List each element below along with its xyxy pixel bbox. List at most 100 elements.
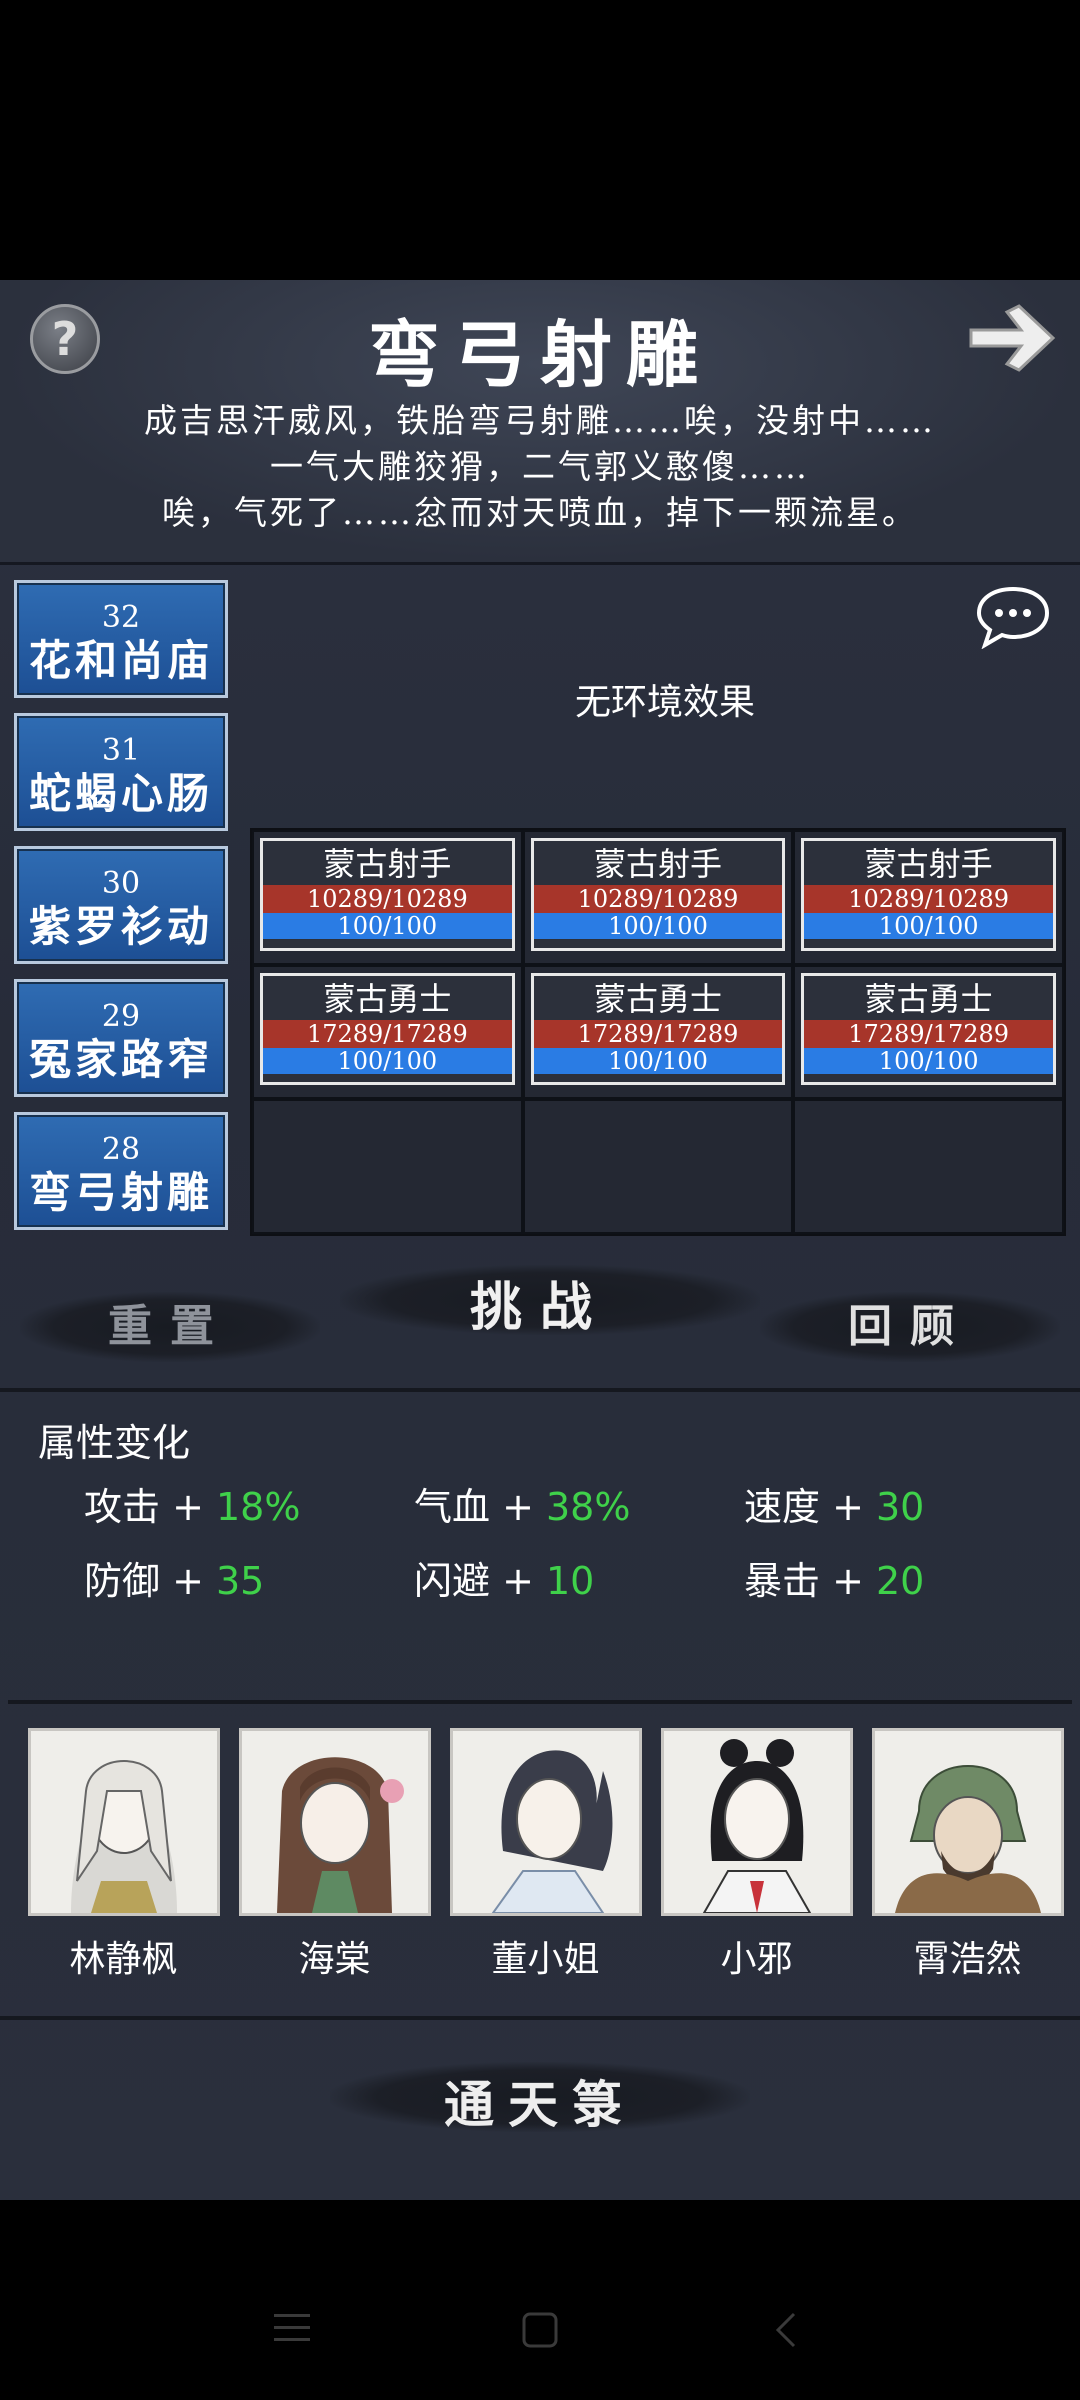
home-icon[interactable]	[520, 2310, 560, 2350]
formation-cell-empty[interactable]	[522, 1099, 794, 1234]
level-list: 32 花和尚庙 31 蛇蝎心肠 30 紫罗衫动 29 冤家路窄 28 弯弓射雕	[14, 580, 234, 1245]
enemy-mp: 100/100	[804, 1047, 1053, 1074]
level-number: 29	[101, 999, 141, 1034]
game-screen: ? 弯弓射雕 成吉思汗威风，铁胎弯弓射雕……唉，没射中…… 一气大雕狡猾，二气郭…	[0, 280, 1080, 2200]
attribute-label: 速度 +	[744, 1485, 876, 1529]
formation-cell[interactable]: 蒙古勇士 17289/17289 100/100	[793, 964, 1064, 1100]
stage-story: 成吉思汗威风，铁胎弯弓射雕……唉，没射中…… 一气大雕狡猾，二气郭义憨傻…… 唉…	[0, 398, 1080, 536]
level-name: 弯弓射雕	[28, 1168, 213, 1217]
enemy-mp: 100/100	[533, 1047, 783, 1074]
enemy-card[interactable]: 蒙古射手 10289/10289 100/100	[530, 838, 786, 951]
party-member[interactable]: 海棠	[229, 1728, 440, 1982]
level-name: 蛇蝎心肠	[28, 769, 213, 818]
tongtian-button[interactable]: 通天箓	[390, 2065, 690, 2137]
party-member[interactable]: 小邪	[651, 1728, 862, 1982]
party-roster: 林静枫 海棠 董小姐 小邪 霄浩然	[18, 1728, 1078, 1982]
level-number: 31	[101, 733, 141, 768]
enemy-formation-grid: 蒙古射手 10289/10289 100/100 蒙古射手 10289/1028…	[250, 828, 1066, 1236]
level-name: 花和尚庙	[28, 636, 213, 685]
character-portrait	[871, 1728, 1064, 1916]
attribute-value: 38%	[546, 1485, 631, 1529]
enemy-hp: 17289/17289	[263, 1019, 512, 1048]
attribute-value: 35	[216, 1559, 265, 1603]
chat-bubble-icon[interactable]	[975, 585, 1051, 649]
level-item[interactable]: 32 花和尚庙	[14, 580, 228, 698]
attribute-speed: 速度 + 30	[744, 1476, 924, 1531]
enemy-card[interactable]: 蒙古勇士 17289/17289 100/100	[530, 972, 786, 1086]
enemy-mp: 100/100	[263, 1047, 512, 1074]
attribute-dodge: 闪避 + 10	[414, 1550, 594, 1605]
level-item[interactable]: 29 冤家路窄	[14, 979, 228, 1097]
party-member[interactable]: 董小姐	[440, 1728, 651, 1982]
party-member-name: 董小姐	[491, 1939, 600, 1980]
story-line: 唉，气死了……忿而对天喷血，掉下一颗流星。	[162, 493, 918, 532]
enemy-name: 蒙古射手	[323, 845, 452, 883]
level-item[interactable]: 31 蛇蝎心肠	[14, 713, 228, 831]
level-name: 冤家路窄	[28, 1035, 213, 1084]
enemy-name: 蒙古勇士	[593, 979, 722, 1018]
enemy-mp: 100/100	[263, 913, 512, 939]
enemy-card[interactable]: 蒙古勇士 17289/17289 100/100	[801, 972, 1056, 1086]
formation-cell[interactable]: 蒙古勇士 17289/17289 100/100	[252, 964, 523, 1100]
enemy-mp: 100/100	[804, 913, 1053, 939]
story-line: 一气大雕狡猾，二气郭义憨傻……	[270, 447, 810, 486]
character-portrait	[27, 1728, 220, 1916]
attribute-label: 气血 +	[414, 1485, 546, 1529]
enemy-hp: 10289/10289	[263, 885, 512, 913]
section-divider	[8, 1700, 1072, 1704]
enemy-hp: 17289/17289	[804, 1019, 1053, 1048]
level-number: 28	[101, 1132, 141, 1167]
stage-title: 弯弓射雕	[367, 312, 712, 397]
attribute-value: 30	[876, 1485, 925, 1529]
attribute-label: 暴击 +	[744, 1559, 876, 1603]
enemy-name: 蒙古射手	[864, 845, 993, 883]
back-icon[interactable]	[770, 2310, 800, 2350]
party-member-name: 林静枫	[69, 1939, 178, 1980]
formation-cell-empty[interactable]	[252, 1099, 523, 1234]
attribute-changes-title: 属性变化	[38, 1421, 191, 1465]
attribute-label: 攻击 +	[84, 1485, 216, 1529]
formation-cell[interactable]: 蒙古勇士 17289/17289 100/100	[522, 964, 794, 1100]
level-number: 30	[101, 866, 141, 901]
enemy-hp: 17289/17289	[533, 1019, 783, 1048]
enemy-name: 蒙古勇士	[864, 979, 993, 1018]
arrow-right-icon[interactable]	[965, 300, 1061, 376]
level-item[interactable]: 30 紫罗衫动	[14, 846, 228, 964]
enemy-hp: 10289/10289	[533, 885, 783, 913]
party-member[interactable]: 霄浩然	[862, 1728, 1073, 1982]
enemy-hp: 10289/10289	[804, 885, 1053, 913]
level-name: 紫罗衫动	[28, 902, 213, 951]
attribute-attack: 攻击 + 18%	[84, 1476, 300, 1531]
status-area	[0, 0, 1080, 280]
party-member-name: 霄浩然	[913, 1939, 1022, 1980]
system-nav-bar	[0, 2200, 1080, 2400]
story-line: 成吉思汗威风，铁胎弯弓射雕……唉，没射中……	[144, 401, 936, 440]
party-member-name: 海棠	[298, 1939, 371, 1980]
attribute-value: 20	[876, 1559, 925, 1603]
enemy-name: 蒙古射手	[593, 845, 722, 883]
enemy-card[interactable]: 蒙古射手 10289/10289 100/100	[260, 838, 515, 951]
formation-cell[interactable]: 蒙古射手 10289/10289 100/100	[793, 830, 1064, 965]
level-item-selected[interactable]: 28 弯弓射雕	[14, 1112, 228, 1230]
reset-button[interactable]: 重置	[40, 1290, 300, 1354]
enemy-card[interactable]: 蒙古射手 10289/10289 100/100	[801, 838, 1056, 951]
formation-cell-empty[interactable]	[793, 1099, 1064, 1234]
formation-cell[interactable]: 蒙古射手 10289/10289 100/100	[252, 830, 523, 965]
review-button[interactable]: 回顾	[780, 1290, 1040, 1354]
section-divider	[0, 1388, 1080, 1392]
character-portrait	[449, 1728, 642, 1916]
attribute-defense: 防御 + 35	[84, 1550, 264, 1605]
menu-icon[interactable]	[272, 2310, 312, 2346]
attribute-label: 闪避 +	[414, 1559, 546, 1603]
enemy-card[interactable]: 蒙古勇士 17289/17289 100/100	[260, 972, 515, 1086]
party-member[interactable]: 林静枫	[18, 1728, 229, 1982]
enemy-mp: 100/100	[533, 913, 783, 939]
formation-cell[interactable]: 蒙古射手 10289/10289 100/100	[522, 830, 794, 965]
environment-effect: 无环境效果	[574, 682, 755, 723]
attribute-label: 防御 +	[84, 1559, 216, 1603]
attribute-value: 18%	[216, 1485, 301, 1529]
enemy-name: 蒙古勇士	[323, 979, 452, 1018]
attribute-crit: 暴击 + 20	[744, 1550, 924, 1605]
challenge-button[interactable]: 挑战	[390, 1265, 690, 1340]
character-portrait	[238, 1728, 431, 1916]
